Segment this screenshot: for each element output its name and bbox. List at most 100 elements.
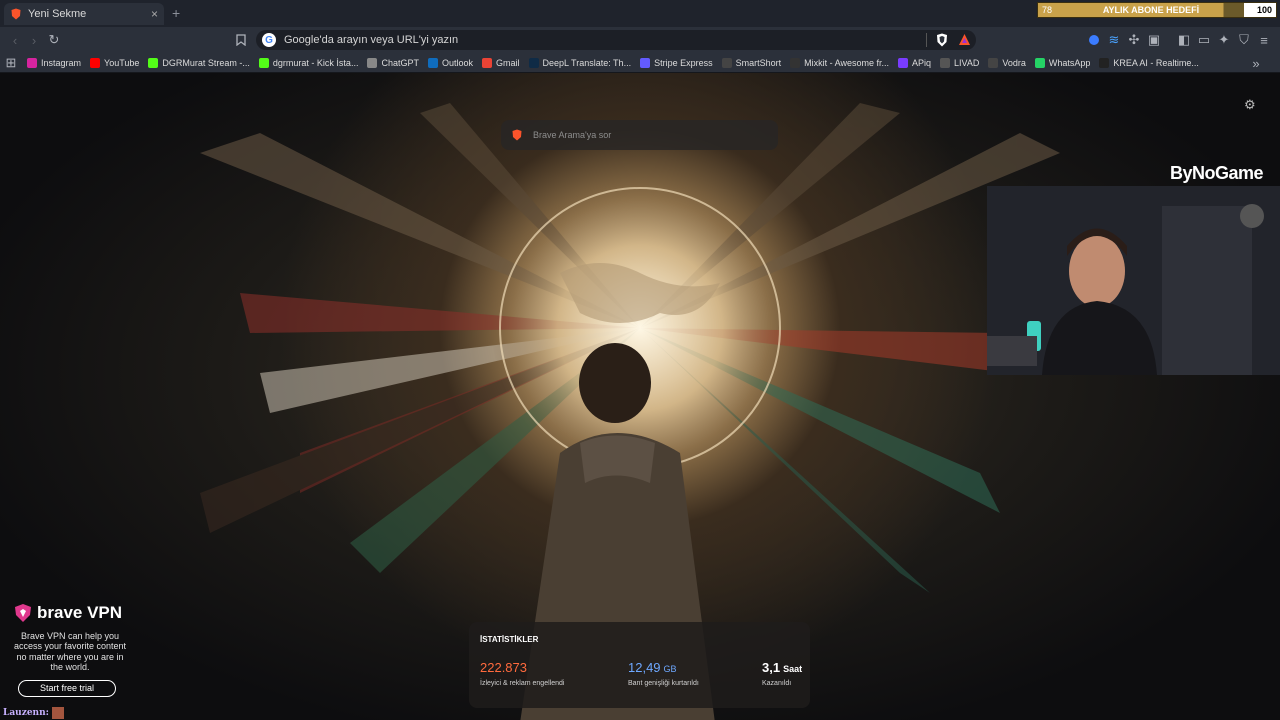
bookmark-item[interactable]: WhatsApp: [1034, 57, 1091, 68]
address-bar-placeholder: Google'da arayın veya URL'yi yazın: [284, 34, 459, 46]
chat-username: Lauzenn:: [3, 708, 49, 718]
vpn-shield-logo-icon: [15, 604, 31, 622]
sub-goal-overlay: 78 AYLIK ABONE HEDEFİ 100: [1037, 2, 1277, 18]
stat-label: Bant genişliği kurtarıldı: [628, 680, 699, 687]
tab-title: Yeni Sekme: [28, 8, 87, 20]
bookmark-item[interactable]: DGRMurat Stream -...: [148, 57, 250, 68]
brave-search-icon: [512, 129, 522, 141]
apps-grid-icon[interactable]: ⊞: [3, 55, 19, 71]
sidebar-icon[interactable]: ◧: [1176, 32, 1192, 48]
bookmark-favicon-icon: [482, 57, 492, 68]
sub-goal-target: 100: [1244, 3, 1276, 17]
brave-search-box[interactable]: Brave Arama'ya sor: [501, 120, 778, 150]
brave-vpn-title-text: brave VPN: [37, 603, 123, 622]
bookmark-favicon-icon: [90, 57, 101, 68]
bookmark-favicon-icon: [427, 57, 438, 68]
back-icon[interactable]: ‹: [7, 32, 23, 48]
chat-emote-icon: [51, 707, 64, 719]
bookmark-item[interactable]: SmartShort: [721, 57, 781, 68]
address-bar[interactable]: G Google'da arayın veya URL'yi yazın: [256, 30, 976, 50]
chat-overlay-message: Lauzenn:: [3, 707, 64, 719]
bookmark-favicon-icon: [988, 57, 999, 68]
stat-unit: Saat: [783, 664, 803, 674]
new-tab-page: Brave Arama'ya sor ⚙ ByNoGame brave VPN …: [0, 73, 1280, 720]
bookmark-item[interactable]: KREA AI - Realtime...: [1099, 57, 1199, 68]
new-tab-button[interactable]: +: [172, 5, 180, 21]
stats-card: İSTATİSTİKLER 222.873 İzleyici & reklam …: [469, 622, 810, 708]
bookmark-favicon-icon: [1034, 57, 1045, 68]
reading-list-icon[interactable]: ▣: [1146, 32, 1162, 48]
sound-extension-icon[interactable]: ≋: [1106, 32, 1122, 48]
bookmark-favicon-icon: [258, 57, 269, 68]
stat-value: 3,1: [762, 660, 781, 675]
bookmark-item[interactable]: Outlook: [427, 57, 473, 68]
bookmark-favicon-icon: [640, 57, 651, 68]
webcam-overlay: [987, 186, 1280, 375]
bookmark-icon[interactable]: [233, 32, 249, 48]
stats-title: İSTATİSTİKLER: [480, 635, 539, 644]
stat-value: 12,49: [628, 660, 661, 675]
bookmark-label: APiq: [911, 57, 931, 68]
tab-strip: Yeni Sekme × + 78 AYLIK ABONE HEDEFİ 100: [0, 0, 1280, 27]
bookmark-item[interactable]: dgrmurat - Kick İsta...: [258, 57, 359, 68]
stat-bandwidth-saved: 12,49 GB Bant genişliği kurtarıldı: [628, 659, 699, 687]
wallet-icon[interactable]: ▭: [1196, 32, 1212, 48]
bookmark-label: ChatGPT: [381, 57, 419, 68]
reload-icon[interactable]: ↻: [46, 32, 62, 48]
brave-rewards-icon[interactable]: [958, 33, 971, 46]
bookmark-label: DeepL Translate: Th...: [542, 57, 632, 68]
bookmark-item[interactable]: APiq: [897, 57, 931, 68]
brave-shields-icon[interactable]: [936, 33, 948, 47]
bookmark-favicon-icon: [148, 57, 159, 68]
start-free-trial-button[interactable]: Start free trial: [18, 680, 116, 698]
stat-label: Kazanıldı: [762, 680, 792, 687]
brave-logo-icon: [11, 8, 21, 20]
bookmark-item[interactable]: ChatGPT: [367, 57, 419, 68]
bookmark-favicon-icon: [940, 57, 950, 68]
stat-trackers-blocked: 222.873 İzleyici & reklam engellendi: [480, 659, 564, 687]
bookmark-item[interactable]: LIVAD: [940, 57, 980, 68]
bookmark-favicon-icon: [897, 57, 908, 68]
bookmark-label: Gmail: [496, 57, 520, 68]
bookmark-item[interactable]: Stripe Express: [640, 57, 713, 68]
leo-ai-icon[interactable]: ✦: [1216, 32, 1232, 48]
bookmark-item[interactable]: Mixkit - Awesome fr...: [790, 57, 889, 68]
bookmark-item[interactable]: DeepL Translate: Th...: [528, 57, 632, 68]
stat-value: 222.873: [480, 660, 527, 675]
brave-vpn-title: brave VPN: [14, 603, 130, 623]
bookmark-label: Outlook: [441, 57, 473, 68]
bookmarks-bar: ⊞ Instagram YouTube DGRMurat Stream -... dg…: [0, 53, 1280, 73]
bookmark-label: Instagram: [41, 57, 82, 68]
extension-blue-icon[interactable]: [1086, 32, 1102, 48]
stat-label: İzleyici & reklam engellendi: [480, 680, 565, 687]
bookmark-item[interactable]: YouTube: [90, 57, 140, 68]
google-icon: G: [262, 33, 276, 47]
brave-vpn-description: Brave VPN can help you access your favor…: [13, 631, 127, 673]
bookmark-item[interactable]: Gmail: [482, 57, 520, 68]
bookmark-item[interactable]: Vodra: [988, 57, 1026, 68]
bookmark-label: DGRMurat Stream -...: [162, 57, 250, 68]
vpn-shield-icon[interactable]: ⛉: [1236, 32, 1252, 48]
close-tab-icon[interactable]: ×: [151, 7, 158, 21]
brave-search-placeholder: Brave Arama'ya sor: [533, 130, 612, 140]
bookmark-label: Mixkit - Awesome fr...: [804, 57, 889, 68]
bookmark-label: KREA AI - Realtime...: [1113, 57, 1199, 68]
bookmark-item[interactable]: Instagram: [27, 57, 82, 68]
extensions-icon[interactable]: ✣: [1126, 32, 1142, 48]
settings-gear-icon[interactable]: ⚙: [1244, 97, 1256, 113]
bookmark-label: dgrmurat - Kick İsta...: [272, 57, 359, 68]
bookmark-label: LIVAD: [954, 57, 980, 68]
more-bookmarks-icon[interactable]: »: [1248, 55, 1264, 71]
bookmark-favicon-icon: [27, 57, 37, 68]
forward-icon[interactable]: ›: [26, 32, 42, 48]
tab-new-tab[interactable]: Yeni Sekme ×: [4, 3, 164, 25]
sub-goal-label: AYLIK ABONE HEDEFİ: [1102, 5, 1200, 15]
bookmark-label: Stripe Express: [654, 57, 713, 68]
bookmark-label: YouTube: [104, 57, 140, 68]
streamer-video: [987, 186, 1280, 375]
bookmark-label: Vodra: [1002, 57, 1026, 68]
stat-time-saved: 3,1 Saat Kazanıldı: [762, 659, 802, 687]
bookmark-label: WhatsApp: [1048, 57, 1091, 68]
bookmark-favicon-icon: [528, 57, 539, 68]
menu-icon[interactable]: ≡: [1256, 32, 1272, 48]
